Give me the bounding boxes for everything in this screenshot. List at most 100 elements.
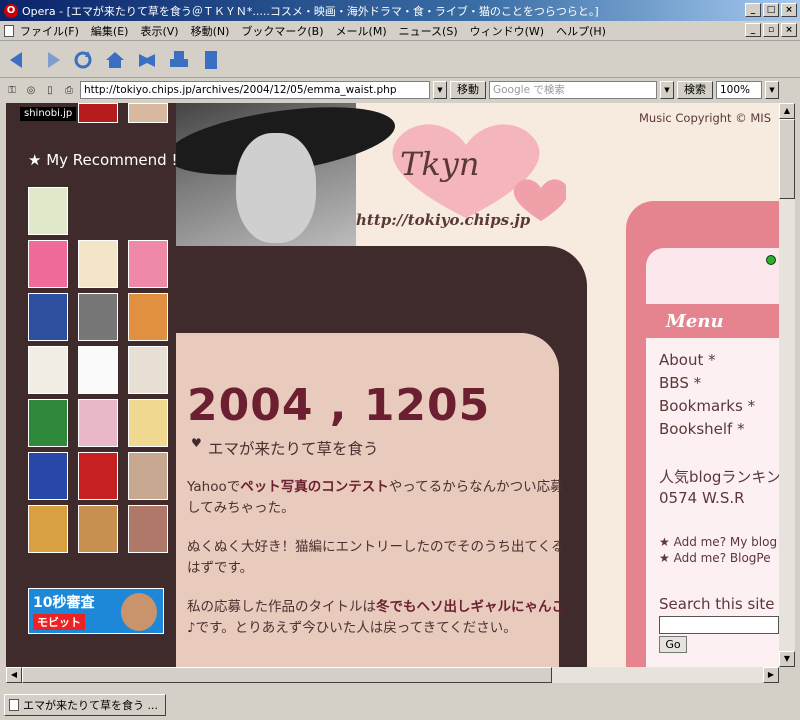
page-tab-label: エマが来たりて草を食う ... [23, 699, 158, 712]
add-me-blog-link[interactable]: ★ Add me? My blog [659, 535, 777, 549]
search-heading: Search this site [659, 595, 775, 613]
zoom-input[interactable]: 100% [716, 81, 762, 99]
product-thumbnail[interactable] [78, 293, 118, 341]
doc-close-button[interactable]: × [781, 23, 797, 37]
vertical-scroll-thumb[interactable] [779, 119, 795, 199]
maximize-button[interactable]: □ [763, 3, 779, 17]
menu-bookmarks[interactable]: ブックマーク(B) [235, 23, 329, 39]
site-search-go-button[interactable]: Go [659, 636, 687, 653]
reload-icon [74, 50, 92, 68]
product-thumbnail[interactable] [78, 103, 118, 123]
forward-arrow-icon [48, 51, 60, 68]
search-button[interactable]: 検索 [677, 81, 713, 99]
scroll-up-button[interactable]: ▲ [779, 103, 795, 119]
entry-date: 2004 , 1205 [187, 380, 491, 431]
product-thumbnail[interactable] [78, 240, 118, 288]
security-icon[interactable]: ⚿ [4, 82, 20, 98]
back-button[interactable] [6, 47, 32, 73]
window-titlebar[interactable]: O Opera - [エマが来たりて草を食う＠ＴＫＹＮ*.....コスメ・映画・… [0, 0, 800, 21]
product-thumbnail[interactable] [128, 240, 168, 288]
product-thumbnail[interactable] [28, 187, 68, 235]
horizontal-scrollbar[interactable]: ◀ ▶ [6, 667, 779, 683]
reload-button[interactable] [70, 47, 96, 73]
camera-icon[interactable]: ◎ [23, 82, 39, 98]
product-thumbnail[interactable] [128, 293, 168, 341]
menu-window[interactable]: ウィンドウ(W) [464, 23, 550, 39]
product-thumbnail[interactable] [78, 346, 118, 394]
menu-edit[interactable]: 編集(E) [85, 23, 135, 39]
text-span: ぬくぬく大好き！猫編にエントリーしたのでそのうち出てくるはずです。 [187, 539, 565, 576]
search-dropdown-button[interactable]: ▼ [660, 81, 674, 99]
text-span: です。とりあえず今ひいた人は戻ってきてください。 [195, 620, 517, 636]
menu-link-about[interactable]: About * [659, 351, 716, 369]
hotlist-button[interactable] [134, 47, 160, 73]
horizontal-scroll-thumb[interactable] [22, 667, 552, 683]
ranking-code: 0574 W.S.R [659, 489, 745, 507]
go-button[interactable]: 移動 [450, 81, 486, 99]
product-thumbnail[interactable] [28, 240, 68, 288]
menu-news[interactable]: ニュース(S) [393, 23, 464, 39]
shinobi-badge[interactable]: shinobi.jp [20, 107, 77, 121]
product-thumbnail[interactable] [128, 103, 168, 123]
search-input[interactable]: Google で検索 [489, 81, 657, 99]
product-thumbnail[interactable] [78, 505, 118, 553]
site-search-input[interactable] [659, 616, 779, 634]
product-thumbnail[interactable] [128, 505, 168, 553]
document-info-icon[interactable]: ▯ [42, 82, 58, 98]
left-sidebar: shinobi.jp ★ My Recommend ! 10秒審査 モビット [6, 103, 177, 667]
mobit-ad-banner[interactable]: 10秒審査 モビット [28, 588, 164, 634]
entry-paragraph: Yahooでペット写真のコンテストやってるからなんかつい応募してみちゃった。 [187, 477, 567, 519]
navigation-toolbar [0, 42, 800, 78]
ad-headline: 10秒審査 [33, 595, 95, 611]
vertical-scrollbar[interactable]: ▲ ▼ [779, 103, 795, 667]
scroll-right-button[interactable]: ▶ [763, 667, 779, 683]
ranking-link[interactable]: 人気blogランキン [659, 466, 779, 487]
menu-link-bookshelf[interactable]: Bookshelf * [659, 420, 745, 438]
menu-view[interactable]: 表示(V) [134, 23, 184, 39]
product-thumbnail[interactable] [78, 399, 118, 447]
product-thumbnail[interactable] [128, 452, 168, 500]
page-tab-icon [9, 699, 19, 711]
entry-title[interactable]: エマが来たりて草を食う [208, 437, 379, 459]
product-thumbnail[interactable] [28, 346, 68, 394]
product-thumbnail[interactable] [28, 452, 68, 500]
menu-mail[interactable]: メール(M) [330, 23, 393, 39]
printer-small-icon[interactable]: ⎙ [61, 82, 77, 98]
print-icon [170, 50, 188, 67]
text-span: Yahooで [187, 479, 241, 495]
menu-link-bbs[interactable]: BBS * [659, 374, 701, 392]
product-thumbnail[interactable] [28, 293, 68, 341]
menu-file[interactable]: ファイル(F) [14, 23, 85, 39]
doc-minimize-button[interactable]: _ [745, 23, 761, 37]
home-button[interactable] [102, 47, 128, 73]
back-arrow-icon [10, 51, 22, 68]
url-dropdown-button[interactable]: ▼ [433, 81, 447, 99]
close-button[interactable]: × [781, 3, 797, 17]
ad-face-image [121, 593, 157, 631]
site-header[interactable]: Tkyn http://tokiyo.chips.jp [176, 103, 596, 248]
menu-link-bookmarks[interactable]: Bookmarks * [659, 397, 755, 415]
ad-brand: モビット [33, 614, 85, 630]
menu-navigation[interactable]: 移動(N) [185, 23, 236, 39]
page-viewport: shinobi.jp ★ My Recommend ! 10秒審査 モビット T… [6, 103, 779, 667]
page-tab[interactable]: エマが来たりて草を食う ... [4, 694, 166, 716]
product-thumbnail[interactable] [28, 399, 68, 447]
product-thumbnail[interactable] [28, 505, 68, 553]
add-me-blogpeople-link[interactable]: ★ Add me? BlogPe [659, 551, 771, 565]
product-thumbnail[interactable] [78, 452, 118, 500]
scroll-down-button[interactable]: ▼ [779, 651, 795, 667]
product-thumbnail[interactable] [128, 346, 168, 394]
forward-button[interactable] [38, 47, 64, 73]
minimize-button[interactable]: _ [745, 3, 761, 17]
menu-help[interactable]: ヘルプ(H) [550, 23, 612, 39]
site-brand: Tkyn [400, 145, 480, 183]
zoom-dropdown-button[interactable]: ▼ [765, 81, 779, 99]
print-button[interactable] [166, 47, 192, 73]
url-input[interactable]: http://tokiyo.chips.jp/archives/2004/12/… [80, 81, 430, 99]
heart-bullet-icon: ♥ [191, 436, 202, 450]
doc-restore-button[interactable]: ▫ [763, 23, 779, 37]
text-span: 私の応募した作品のタイトルは [187, 599, 376, 615]
scroll-left-button[interactable]: ◀ [6, 667, 22, 683]
page-button[interactable] [198, 47, 224, 73]
product-thumbnail[interactable] [128, 399, 168, 447]
